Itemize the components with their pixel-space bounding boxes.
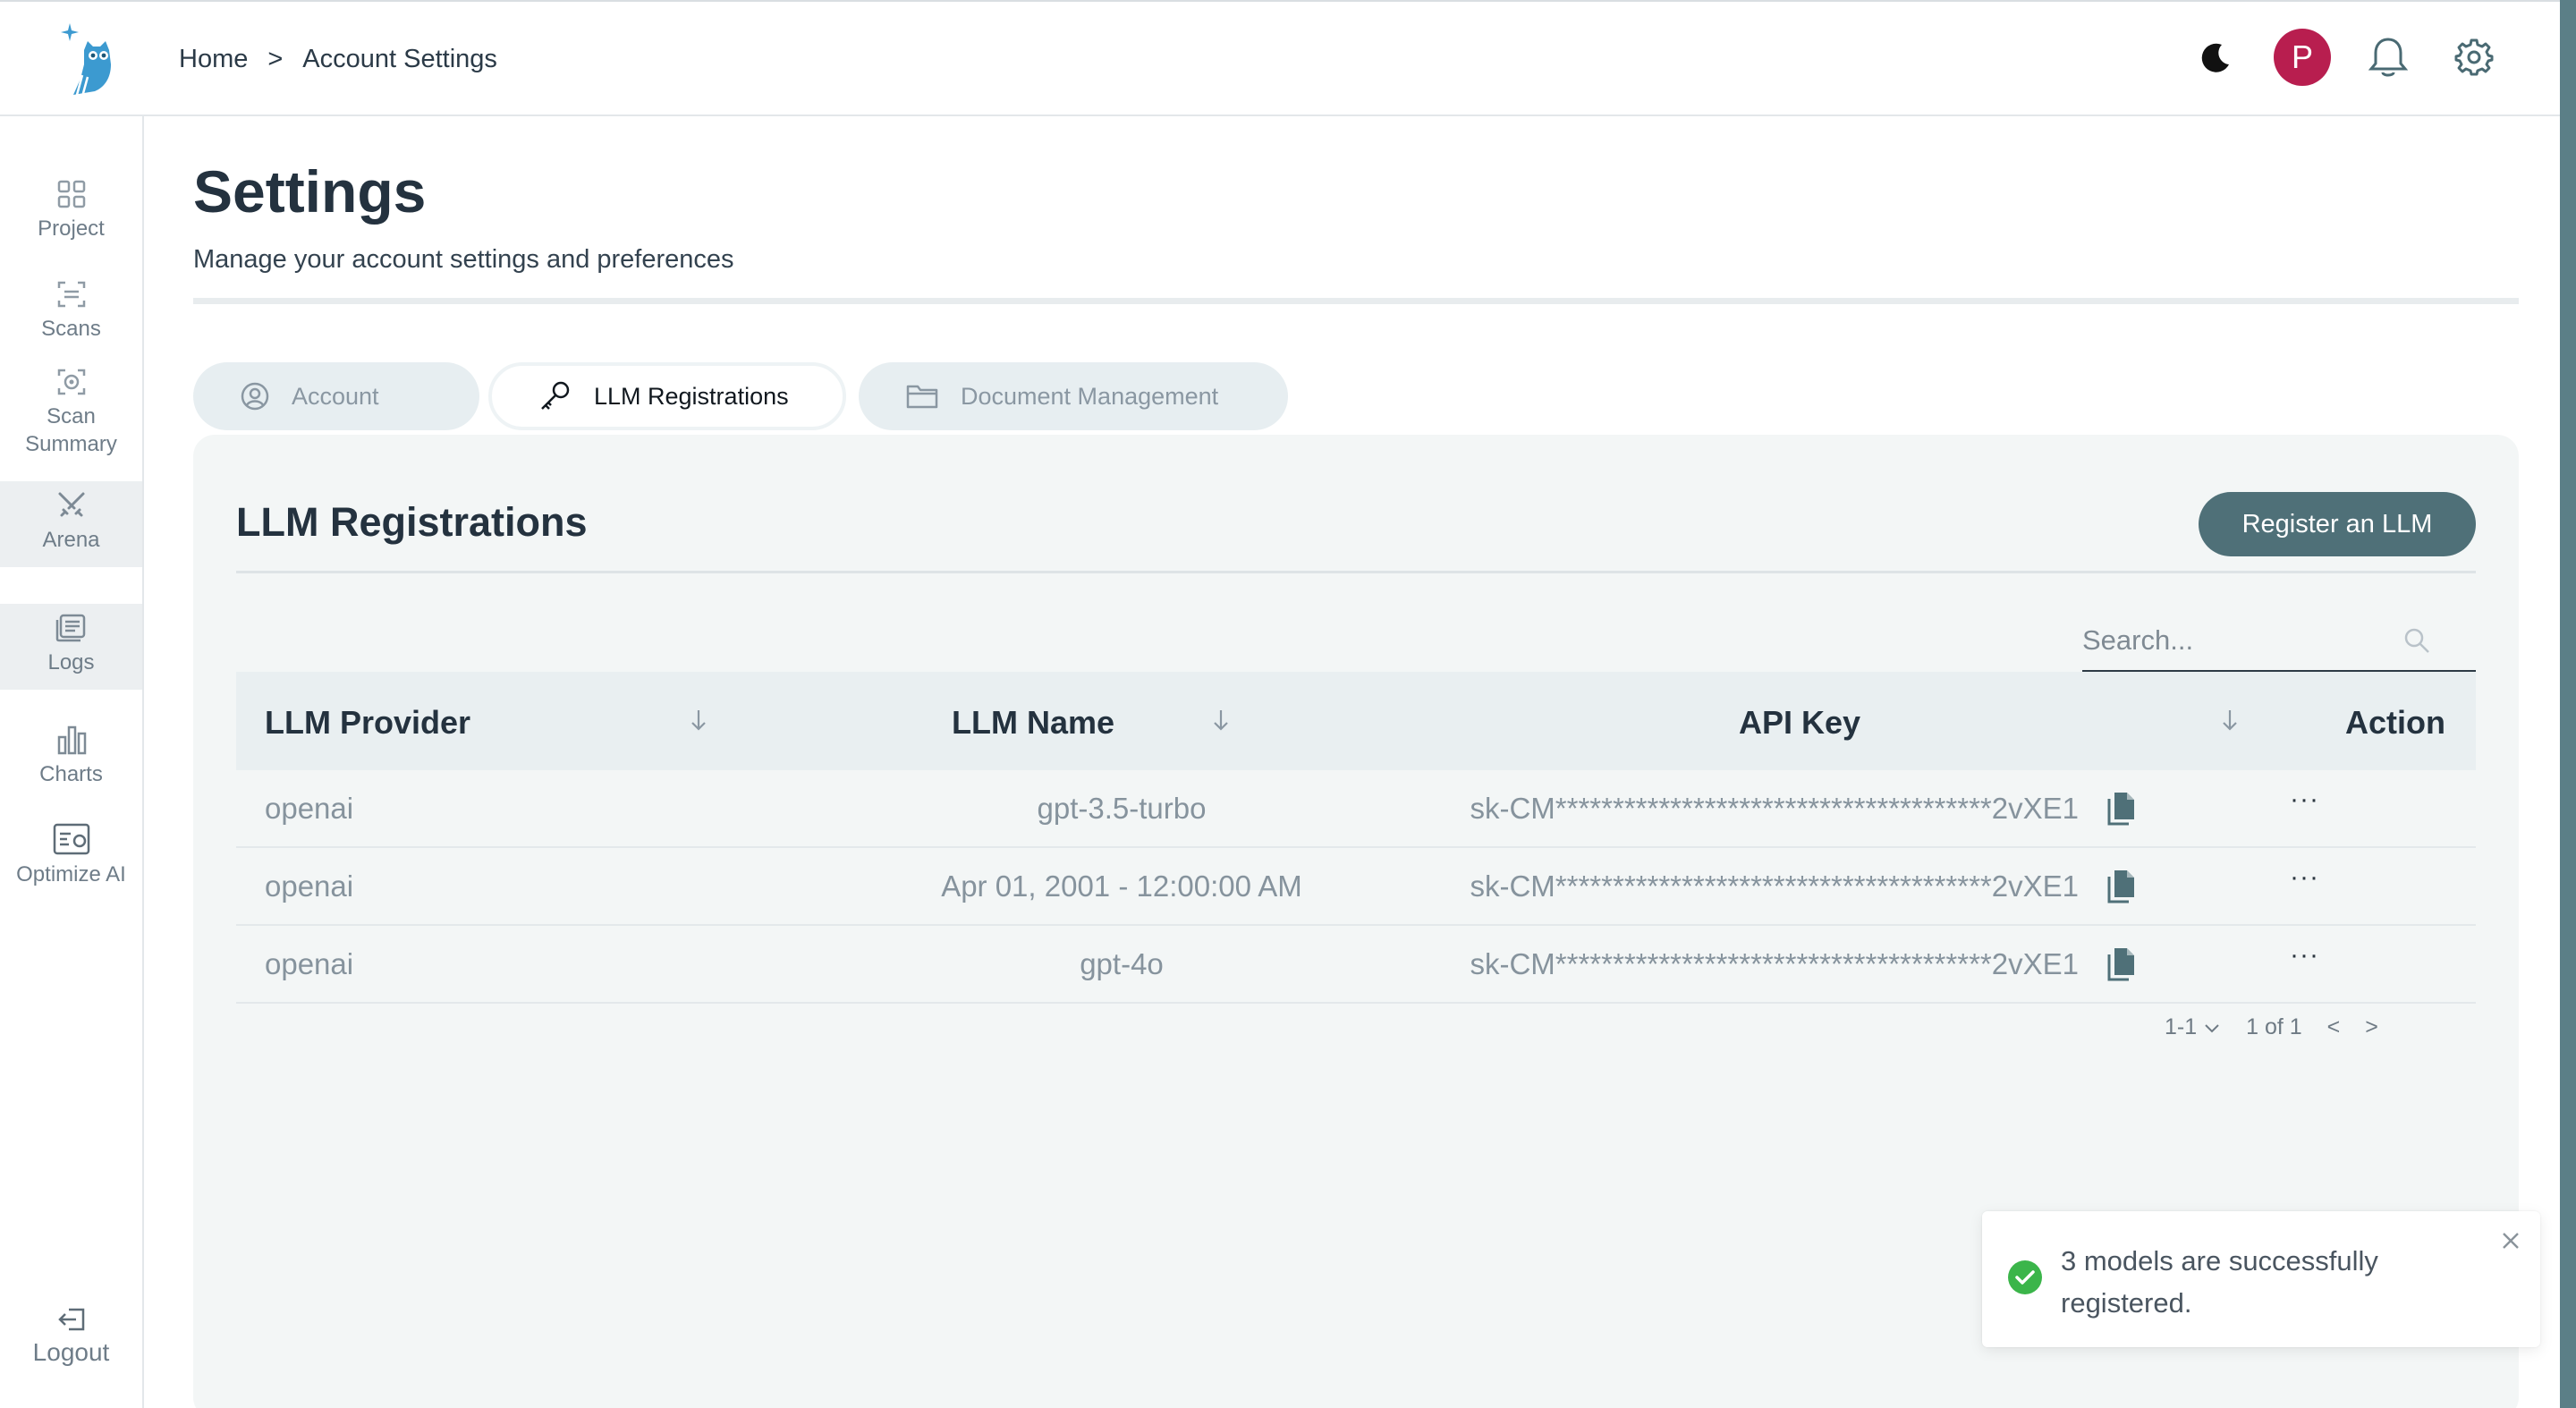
grid-icon — [57, 180, 85, 208]
tab-document-management[interactable]: Document Management — [859, 362, 1288, 430]
logout-icon — [57, 1308, 84, 1331]
sidebar-item-arena[interactable]: Arena — [0, 481, 142, 567]
sidebar: Project Scans Scan Summary Arena Logs Ch… — [0, 116, 144, 1408]
cell-llm-name: gpt-4o — [1080, 947, 1164, 980]
table-row: openai Apr 01, 2001 - 12:00:00 AM sk-CM*… — [236, 848, 2476, 926]
search-box — [2082, 610, 2476, 673]
table-row: openai gpt-4o sk-CM*********************… — [236, 926, 2476, 1004]
success-toast: 3 models are successfully registered. — [1982, 1211, 2540, 1347]
breadcrumb: Home > Account Settings — [179, 45, 497, 74]
check-circle-icon — [2008, 1260, 2042, 1294]
search-icon[interactable] — [2402, 626, 2431, 655]
theme-toggle-button[interactable] — [2186, 27, 2247, 88]
panel-title: LLM Registrations — [236, 499, 588, 545]
page-size-value: 1-1 — [2165, 1014, 2198, 1039]
page-subtitle: Manage your account settings and prefere… — [193, 245, 734, 274]
settings-button[interactable] — [2444, 27, 2504, 88]
toast-message: 3 models are successfully registered. — [2061, 1245, 2378, 1319]
copy-icon[interactable] — [2106, 790, 2138, 827]
divider — [236, 571, 2476, 573]
cell-api-key: sk-CM***********************************… — [1470, 947, 2079, 980]
copy-icon[interactable] — [2106, 946, 2138, 983]
tab-account[interactable]: Account — [193, 362, 479, 430]
close-icon[interactable] — [2499, 1229, 2522, 1252]
sidebar-item-optimize-ai[interactable]: Optimize AI — [0, 823, 142, 888]
row-actions-button[interactable]: ··· — [2290, 940, 2319, 971]
column-header-action: Action — [2345, 704, 2445, 741]
sidebar-item-scan-summary[interactable]: Scan Summary — [0, 367, 142, 458]
swords-icon — [58, 492, 84, 517]
sidebar-item-label: Logs — [47, 650, 95, 674]
cell-provider: openai — [265, 869, 354, 903]
breadcrumb-current[interactable]: Account Settings — [302, 45, 497, 74]
next-page-button[interactable]: > — [2365, 1014, 2378, 1040]
cell-api-key: sk-CM***********************************… — [1470, 869, 2079, 903]
breadcrumb-separator: > — [267, 45, 284, 73]
optimize-icon — [53, 823, 89, 855]
sidebar-item-charts[interactable]: Charts — [0, 725, 142, 788]
row-actions-button[interactable]: ··· — [2290, 862, 2319, 893]
tab-label: Document Management — [961, 382, 1219, 410]
llm-table: LLM Provider LLM Name API Key Action ope… — [236, 672, 2476, 1004]
bar-chart-icon — [57, 725, 86, 755]
copy-icon[interactable] — [2106, 868, 2138, 905]
logout-button[interactable]: Logout — [0, 1306, 142, 1366]
owl-logo-icon[interactable] — [59, 20, 123, 98]
page-info: 1 of 1 — [2246, 1014, 2302, 1039]
sidebar-item-label: Optimize AI — [16, 862, 126, 886]
user-circle-icon — [241, 382, 269, 411]
breadcrumb-home[interactable]: Home — [179, 45, 248, 74]
tab-llm-registrations[interactable]: LLM Registrations — [488, 362, 846, 430]
table-header: LLM Provider LLM Name API Key Action — [236, 672, 2476, 770]
sidebar-item-label: Charts — [39, 762, 103, 786]
sidebar-item-project[interactable]: Project — [0, 179, 142, 242]
folder-icon — [906, 385, 938, 409]
register-llm-button[interactable]: Register an LLM — [2199, 492, 2476, 556]
sort-arrow-icon[interactable] — [2220, 708, 2240, 733]
sidebar-item-label: Project — [38, 216, 105, 241]
profile-button[interactable]: P — [2272, 27, 2333, 88]
sidebar-item-logs[interactable]: Logs — [0, 604, 142, 690]
logs-icon — [55, 614, 85, 642]
sort-arrow-icon[interactable] — [1211, 708, 1231, 733]
tab-label: LLM Registrations — [594, 382, 789, 410]
divider — [193, 298, 2519, 304]
logout-label: Logout — [32, 1338, 110, 1366]
table-row: openai gpt-3.5-turbo sk-CM**************… — [236, 770, 2476, 848]
prev-page-button[interactable]: < — [2327, 1014, 2341, 1040]
scrollbar-thumb[interactable] — [2560, 0, 2576, 1408]
sidebar-item-label: Scans — [41, 317, 101, 341]
gear-icon — [2454, 38, 2494, 76]
sort-arrow-icon[interactable] — [689, 708, 708, 733]
cell-provider: openai — [265, 792, 354, 825]
top-bar: Home > Account Settings P — [0, 0, 2560, 116]
cell-provider: openai — [265, 947, 354, 980]
sidebar-item-label: Scan Summary — [25, 404, 117, 456]
sidebar-item-scans[interactable]: Scans — [0, 279, 142, 343]
column-header-provider[interactable]: LLM Provider — [265, 704, 470, 742]
search-input[interactable] — [2082, 623, 2404, 657]
scan-icon — [57, 281, 85, 308]
cell-llm-name: Apr 01, 2001 - 12:00:00 AM — [941, 869, 1302, 903]
tab-label: Account — [292, 382, 379, 410]
header-actions: P — [2161, 27, 2504, 88]
sidebar-item-label: Arena — [42, 528, 100, 552]
page-size-select[interactable]: 1-1 — [2165, 1014, 2221, 1040]
cell-llm-name: gpt-3.5-turbo — [1037, 792, 1207, 825]
pagination: 1-1 1 of 1 < > — [2165, 1014, 2378, 1040]
key-icon — [541, 381, 570, 410]
page-title: Settings — [193, 158, 427, 225]
cell-api-key: sk-CM***********************************… — [1470, 792, 2079, 825]
moon-icon — [2201, 43, 2229, 72]
row-actions-button[interactable]: ··· — [2290, 785, 2319, 815]
bell-icon — [2368, 38, 2409, 77]
column-header-api-key[interactable]: API Key — [1739, 704, 1860, 742]
column-header-name[interactable]: LLM Name — [952, 704, 1114, 742]
chevron-down-icon — [2205, 1024, 2219, 1033]
notifications-button[interactable] — [2358, 27, 2419, 88]
scan-summary-icon — [57, 369, 85, 395]
avatar: P — [2274, 29, 2331, 86]
